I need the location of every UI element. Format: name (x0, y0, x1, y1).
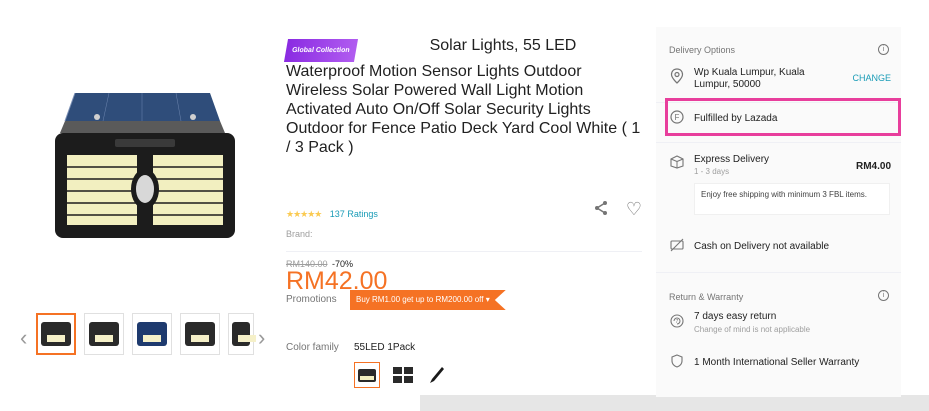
thumbnail-2[interactable] (84, 313, 124, 355)
divider (286, 251, 642, 252)
cash-on-delivery: Cash on Delivery not available (694, 241, 830, 252)
color-swatch-3[interactable] (424, 362, 450, 388)
express-days: 1 - 3 days (694, 167, 730, 176)
color-family-label: Color family (286, 342, 339, 353)
svg-text:7: 7 (676, 319, 679, 325)
location-pin-icon (669, 68, 685, 84)
promotion-text: Buy RM1.00 get up to RM200.00 off (356, 295, 484, 304)
title-line-1: Solar Lights, 55 LED (429, 37, 577, 54)
return-warranty-title: Return & Warranty (669, 292, 744, 302)
chevron-left-icon[interactable]: ‹ (20, 325, 27, 351)
thumbnail-strip: ‹ › (18, 313, 272, 363)
product-gallery: ‹ › (18, 18, 272, 398)
express-price: RM4.00 (855, 161, 891, 172)
background-decoration (420, 395, 929, 411)
return-icon: 7 (669, 314, 685, 330)
rating-row: ★★★★★ 137 Ratings ♡ (286, 199, 642, 220)
color-family-row: Color family 55LED 1Pack (286, 342, 642, 392)
share-icon[interactable] (593, 200, 609, 221)
product-main-image[interactable] (18, 18, 272, 303)
easy-return-sub: Change of mind is not applicable (694, 325, 811, 334)
rating-stars: ★★★★★ (286, 209, 322, 219)
delivery-box-icon (669, 155, 685, 171)
chevron-right-icon[interactable]: › (258, 325, 265, 351)
thumbnail-5[interactable] (228, 313, 256, 355)
product-title: Global Collection Solar Lights, 55 LED Wa… (283, 36, 642, 157)
thumbnail-4[interactable] (180, 313, 220, 355)
old-price: RM140.00 (286, 259, 328, 269)
color-family-value: 55LED 1Pack (354, 342, 416, 353)
chevron-down-icon: ▾ (485, 295, 490, 304)
heart-icon[interactable]: ♡ (626, 199, 642, 220)
free-shipping-note: Enjoy free shipping with minimum 3 FBL i… (694, 183, 890, 215)
promotion-tag[interactable]: Buy RM1.00 get up to RM200.00 off ▾ (350, 290, 506, 310)
title-rest: Waterproof Motion Sensor Lights Outdoor … (286, 63, 641, 156)
color-swatch-1[interactable] (354, 362, 380, 388)
no-cash-icon (669, 238, 685, 254)
change-location-link[interactable]: CHANGE (852, 73, 891, 83)
ratings-link[interactable]: 137 Ratings (330, 209, 378, 219)
seller-warranty: 1 Month International Seller Warranty (694, 357, 860, 368)
color-swatch-2[interactable] (390, 362, 416, 388)
shield-icon (669, 354, 685, 370)
info-icon[interactable]: i (878, 290, 889, 301)
brand-label: Brand: (286, 229, 313, 239)
promotions-row: Promotions Buy RM1.00 get up to RM200.00… (286, 290, 642, 312)
delivery-options-title: Delivery Options (669, 45, 736, 55)
express-delivery: Express Delivery (694, 154, 770, 165)
product-info: Global Collection Solar Lights, 55 LED Wa… (283, 36, 642, 295)
easy-return: 7 days easy return (694, 311, 777, 322)
solar-light-image (55, 92, 235, 238)
price-details: RM140.00 -70% (286, 259, 353, 269)
thumbnail-3[interactable] (132, 313, 172, 355)
info-icon[interactable]: i (878, 44, 889, 55)
delivery-panel: Delivery Options i Wp Kuala Lumpur, Kual… (656, 27, 901, 397)
fulfilled-highlight-box (665, 98, 901, 136)
divider (656, 142, 901, 143)
thumbnail-1[interactable] (36, 313, 76, 355)
promotions-label: Promotions (286, 294, 337, 305)
discount: -70% (332, 259, 354, 269)
delivery-location: Wp Kuala Lumpur, Kuala Lumpur, 50000 (694, 67, 805, 90)
global-collection-badge: Global Collection (283, 39, 358, 62)
divider (656, 272, 901, 273)
